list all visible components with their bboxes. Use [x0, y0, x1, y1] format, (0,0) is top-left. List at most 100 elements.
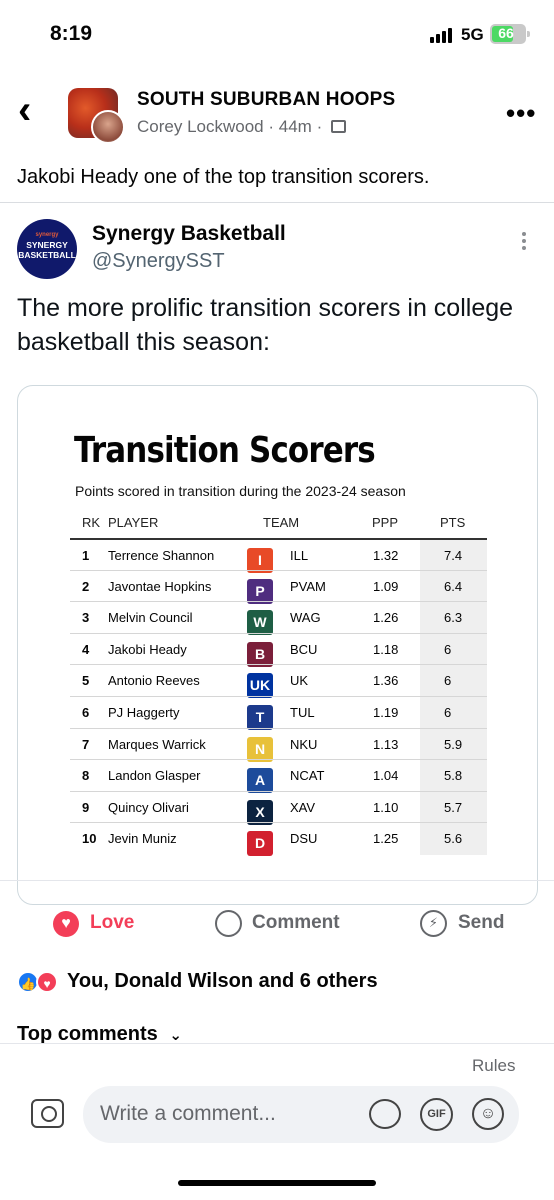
battery-icon: 66 — [490, 24, 530, 44]
team-logo-icon: B — [247, 641, 273, 667]
team-cell: TUL — [290, 704, 315, 720]
player-cell: Melvin Council — [108, 610, 193, 626]
table-row: 4 Jakobi Heady BCU 1.18 6 B — [70, 632, 487, 667]
group-name[interactable]: SOUTH SUBURBAN HOOPS — [137, 89, 395, 111]
back-button[interactable]: ‹ — [18, 90, 48, 130]
rank-cell: 8 — [82, 768, 90, 784]
meta-separator-2: · — [316, 117, 323, 136]
player-cell: Terrence Shannon — [108, 548, 215, 563]
player-cell: Quincy Olivari — [108, 799, 189, 815]
rank-cell: 1 — [82, 548, 90, 563]
table-row: 5 Antonio Reeves UK 1.36 6 UK — [70, 664, 487, 699]
player-cell: Antonio Reeves — [108, 673, 200, 689]
team-cell: WAG — [290, 610, 321, 626]
status-time: 8:19 — [50, 22, 93, 45]
camera-icon[interactable] — [31, 1099, 64, 1128]
table-row: 8 Landon Glasper NCAT 1.04 5.8 A — [70, 759, 487, 794]
player-cell: Jakobi Heady — [108, 641, 187, 657]
team-logo-icon: D — [247, 831, 273, 857]
scorers-table: 1 Terrence Shannon ILL 1.32 7.4 I 2 Javontae Ho… — [70, 538, 487, 857]
tweet-avatar[interactable]: synergy SYNERGY BASKETBALL — [17, 219, 77, 279]
love-icon[interactable]: ♥ — [53, 911, 79, 937]
post-time[interactable]: 44m — [279, 117, 312, 136]
status-bar: 8:19 5G 66 — [0, 0, 554, 70]
love-reaction-icon: ♥ — [36, 971, 58, 993]
author-avatar[interactable] — [91, 110, 125, 144]
header-team: TEAM — [263, 515, 300, 530]
send-button[interactable]: Send — [458, 912, 504, 934]
rules-link[interactable]: Rules — [472, 1056, 515, 1076]
header-rk: RK — [82, 515, 101, 530]
tweet-more-icon[interactable] — [522, 232, 528, 253]
ppp-cell: 1.13 — [373, 736, 399, 752]
comment-icon[interactable] — [215, 910, 242, 937]
tweet-text: The more prolific transition scorers in … — [17, 294, 514, 356]
more-options-button[interactable]: ••• — [506, 98, 536, 129]
pts-cell: 5.6 — [444, 831, 463, 847]
avatar-big-text: SYNERGY BASKETBALL — [18, 240, 76, 260]
divider — [0, 202, 554, 203]
team-cell: PVAM — [290, 578, 326, 594]
chevron-down-icon: ⌄ — [169, 1027, 182, 1044]
player-cell: Javontae Hopkins — [108, 578, 212, 594]
author-name[interactable]: Corey Lockwood — [137, 117, 264, 136]
comment-button[interactable]: Comment — [252, 912, 340, 934]
table-row: 2 Javontae Hopkins PVAM 1.09 6.4 P — [70, 569, 487, 604]
rank-cell: 2 — [82, 578, 90, 594]
table-row: 1 Terrence Shannon ILL 1.32 7.4 I — [70, 538, 487, 573]
table-row: 6 PJ Haggerty TUL 1.19 6 T — [70, 695, 487, 730]
pts-cell: 5.7 — [444, 799, 463, 815]
team-logo-icon: P — [247, 578, 273, 604]
pts-cell: 5.8 — [444, 768, 463, 784]
tweet-author-name[interactable]: Synergy Basketball — [92, 222, 286, 246]
pts-cell: 7.4 — [444, 548, 463, 563]
audience-icon — [330, 120, 346, 133]
table-row: 7 Marques Warrick NKU 1.13 5.9 N — [70, 727, 487, 762]
rank-cell: 7 — [82, 736, 90, 752]
team-cell: DSU — [290, 831, 318, 847]
gif-icon[interactable]: GIF — [420, 1098, 453, 1131]
table-title: Transition Scorers — [74, 430, 376, 471]
team-logo-icon: W — [247, 610, 273, 636]
player-cell: Jevin Muniz — [108, 831, 177, 847]
avatar-small-text: synergy — [35, 232, 59, 238]
ppp-cell: 1.10 — [373, 799, 399, 815]
table-row: 3 Melvin Council WAG 1.26 6.3 W — [70, 601, 487, 636]
team-logo-icon: X — [247, 799, 273, 825]
tweet-handle[interactable]: @SynergySST — [92, 250, 225, 273]
signal-icon — [430, 27, 456, 43]
battery-percent: 66 — [498, 25, 514, 41]
network-label: 5G — [461, 25, 484, 44]
ppp-cell: 1.09 — [373, 578, 399, 594]
rank-cell: 10 — [82, 831, 97, 847]
emoji-icon[interactable]: ☺ — [472, 1098, 504, 1130]
team-logo-icon: T — [247, 704, 273, 730]
love-button[interactable]: Love — [90, 912, 134, 934]
rank-cell: 5 — [82, 673, 90, 689]
player-cell: PJ Haggerty — [108, 704, 180, 720]
messenger-icon[interactable]: ⚡ — [420, 910, 447, 937]
pts-cell: 5.9 — [444, 736, 463, 752]
player-cell: Landon Glasper — [108, 768, 201, 784]
table-subtitle: Points scored in transition during the 2… — [75, 483, 406, 499]
pts-cell: 6.4 — [444, 578, 463, 594]
reactions-summary[interactable]: You, Donald Wilson and 6 others — [67, 970, 378, 993]
divider — [0, 880, 554, 881]
meta-separator: · — [268, 117, 275, 136]
ppp-cell: 1.32 — [373, 548, 399, 563]
team-cell: NCAT — [290, 768, 325, 784]
top-comments-label: Top comments — [17, 1023, 158, 1045]
team-logo-icon: A — [247, 768, 273, 794]
header-player: PLAYER — [108, 515, 159, 530]
avatar-sticker-icon[interactable] — [369, 1099, 401, 1129]
rank-cell: 3 — [82, 610, 90, 626]
player-cell: Marques Warrick — [108, 736, 206, 752]
table-row: 10 Jevin Muniz DSU 1.25 5.6 D — [70, 822, 487, 857]
post-text: Jakobi Heady one of the top transition s… — [17, 166, 430, 188]
rank-cell: 6 — [82, 704, 90, 720]
team-cell: NKU — [290, 736, 318, 752]
team-logo-icon: UK — [247, 673, 273, 699]
ppp-cell: 1.18 — [373, 641, 399, 657]
team-cell: ILL — [290, 548, 309, 563]
team-cell: UK — [290, 673, 309, 689]
